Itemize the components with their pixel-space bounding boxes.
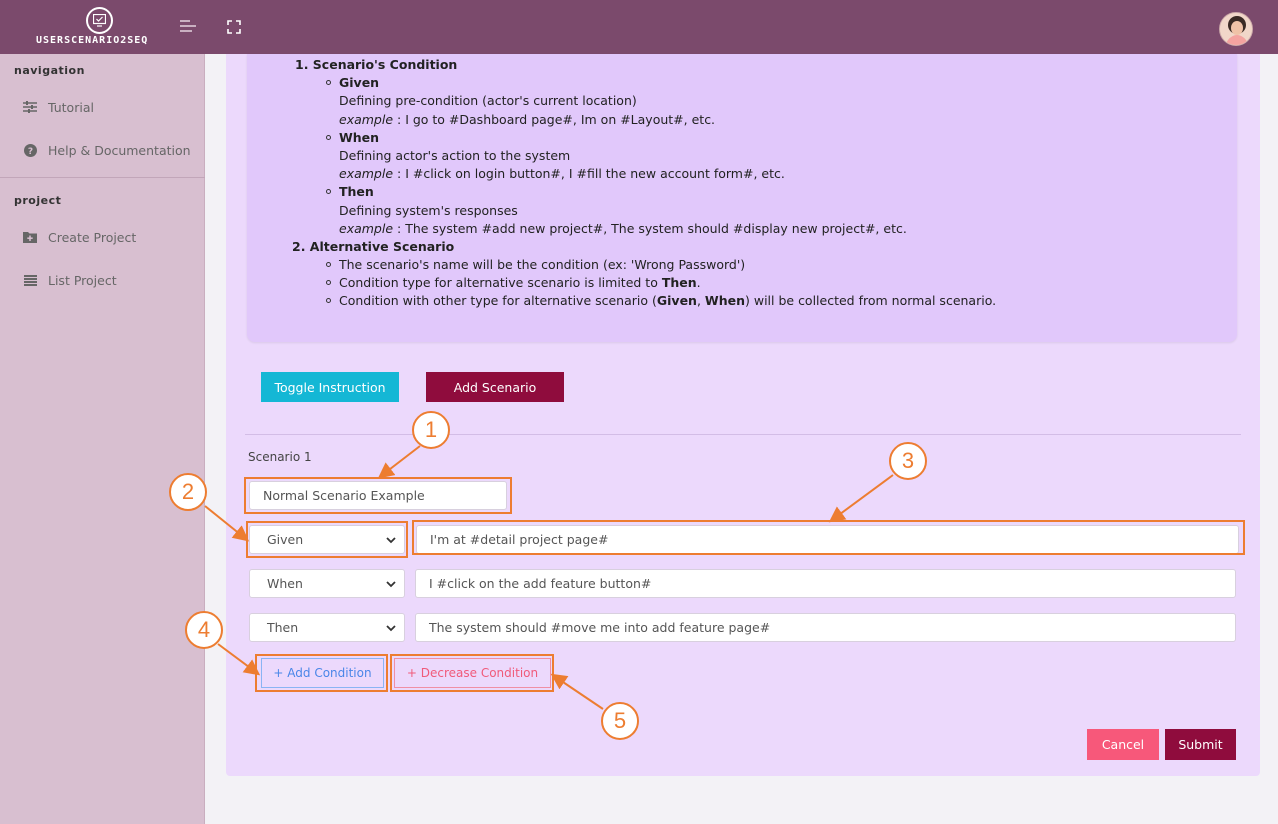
example-text: : I go to #Dashboard page#, Im on #Layou… xyxy=(393,112,716,127)
text-span-bold: Given xyxy=(656,293,697,308)
bullet xyxy=(326,298,331,303)
sidebar-divider xyxy=(0,177,205,178)
toggle-instruction-button[interactable]: Toggle Instruction xyxy=(261,372,399,402)
text-span: . xyxy=(696,275,701,290)
example-text: : The system #add new project#, The syst… xyxy=(393,221,907,236)
chevron-down-icon xyxy=(386,624,396,631)
sidebar-item-list-project[interactable]: List Project xyxy=(22,270,117,290)
annotation-callout-4: 4 xyxy=(185,611,223,649)
example-label: example xyxy=(339,166,394,181)
sidebar-item-label: Help & Documentation xyxy=(48,142,191,158)
chevron-down-icon xyxy=(386,536,396,543)
text-span: Condition with other type for alternativ… xyxy=(339,293,657,308)
sidebar-item-tutorial[interactable]: Tutorial xyxy=(22,97,94,117)
instruction-given-desc: Defining pre-condition (actor's current … xyxy=(339,93,637,108)
sidebar-item-label: List Project xyxy=(48,272,117,288)
instruction-then-title: Then xyxy=(339,184,374,199)
sidebar-item-create-project[interactable]: Create Project xyxy=(22,227,136,247)
sidebar-heading-navigation: navigation xyxy=(14,64,85,77)
hamburger-icon[interactable] xyxy=(180,20,196,34)
brand[interactable]: USERSCENARIO2SEQ xyxy=(0,0,205,54)
sidebar-item-label: Tutorial xyxy=(48,99,94,115)
instruction-heading-1: 1. Scenario's Condition xyxy=(295,57,458,72)
instruction-when-desc: Defining actor's action to the system xyxy=(339,148,571,163)
condition-type-select-3[interactable]: Then xyxy=(249,613,405,642)
example-label: example xyxy=(339,112,394,127)
scenario-label: Scenario 1 xyxy=(248,450,312,464)
instruction-given-example: example : I go to #Dashboard page#, Im o… xyxy=(339,112,715,127)
sidebar-heading-project: project xyxy=(14,194,62,207)
bullet xyxy=(326,262,331,267)
sidebar: navigation Tutorial ? Help & Documentati… xyxy=(0,54,205,824)
condition-text-input-2[interactable]: I #click on the add feature button# xyxy=(415,569,1236,598)
avatar[interactable] xyxy=(1219,12,1253,46)
add-scenario-button[interactable]: Add Scenario xyxy=(426,372,564,402)
instruction-alt-1: The scenario's name will be the conditio… xyxy=(339,257,746,272)
instruction-heading-2: 2. Alternative Scenario xyxy=(292,239,455,254)
top-bar: USERSCENARIO2SEQ xyxy=(0,0,1278,54)
submit-button[interactable]: Submit xyxy=(1165,729,1236,760)
svg-text:?: ? xyxy=(27,147,32,157)
brand-name: USERSCENARIO2SEQ xyxy=(36,35,149,46)
bullet xyxy=(326,280,331,285)
condition-text-input-3[interactable]: The system should #move me into add feat… xyxy=(415,613,1236,642)
instruction-then-example: example : The system #add new project#, … xyxy=(339,221,907,236)
text-span: , xyxy=(696,293,705,308)
select-value: Given xyxy=(267,532,304,547)
annotation-callout-5: 5 xyxy=(601,702,639,740)
example-label: example xyxy=(339,221,394,236)
sidebar-item-label: Create Project xyxy=(48,229,137,245)
example-text: : I #click on login button#, I #fill the… xyxy=(393,166,785,181)
condition-type-select-2[interactable]: When xyxy=(249,569,405,598)
annotation-callout-3: 3 xyxy=(889,442,927,480)
fullscreen-icon[interactable] xyxy=(227,19,241,34)
instruction-alt-3: Condition with other type for alternativ… xyxy=(339,293,996,308)
instruction-alt-2: Condition type for alternative scenario … xyxy=(339,275,701,290)
condition-type-select-1[interactable]: Given xyxy=(249,525,405,554)
text-span-bold: When xyxy=(704,293,745,308)
text-span: ) will be collected from normal scenario… xyxy=(745,293,997,308)
condition-text-input-1[interactable]: I'm at #detail project page# xyxy=(416,525,1239,554)
decrease-condition-button[interactable]: + Decrease Condition xyxy=(394,658,551,688)
scenario-name-input[interactable]: Normal Scenario Example xyxy=(249,481,507,510)
bullet xyxy=(326,80,331,85)
question-circle-icon: ? xyxy=(22,143,38,157)
add-condition-button[interactable]: + Add Condition xyxy=(261,658,384,688)
divider xyxy=(245,434,1241,435)
app-logo-icon xyxy=(86,7,113,34)
chevron-down-icon xyxy=(386,580,396,587)
instruction-when-example: example : I #click on login button#, I #… xyxy=(339,166,785,181)
sliders-icon xyxy=(22,100,38,114)
cancel-button[interactable]: Cancel xyxy=(1087,729,1159,760)
instruction-when-title: When xyxy=(339,130,380,145)
sidebar-item-help-documentation[interactable]: ? Help & Documentation xyxy=(22,140,191,160)
bullet xyxy=(326,135,331,140)
annotation-callout-2: 2 xyxy=(169,473,207,511)
folder-plus-icon xyxy=(22,230,38,244)
bullet xyxy=(326,189,331,194)
select-value: When xyxy=(267,576,303,591)
annotation-callout-1: 1 xyxy=(412,411,450,449)
select-value: Then xyxy=(267,620,299,635)
instruction-given-title: Given xyxy=(339,75,380,90)
list-icon xyxy=(22,273,38,287)
text-span: Condition type for alternative scenario … xyxy=(339,275,662,290)
instruction-then-desc: Defining system's responses xyxy=(339,203,518,218)
text-span-bold: Then xyxy=(661,275,697,290)
